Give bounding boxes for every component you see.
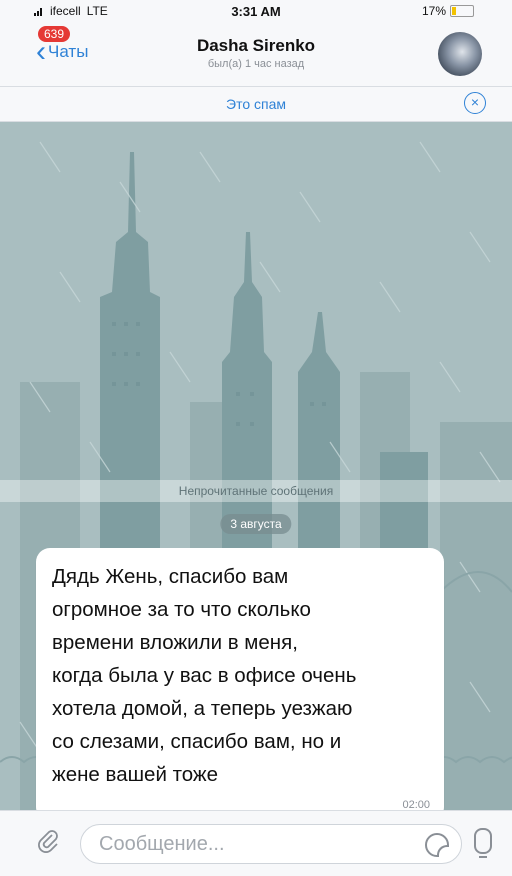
sticker-icon[interactable] xyxy=(425,833,449,857)
input-bar xyxy=(0,810,512,876)
message-time: 02:00 xyxy=(402,799,430,810)
battery-icon xyxy=(450,5,474,17)
status-bar: ifecell LTE 3:31 AM 17% xyxy=(0,0,512,22)
chat-header: ‹ Чаты 639 Dasha Sirenko был(а) 1 час на… xyxy=(0,22,512,87)
last-seen: был(а) 1 час назад xyxy=(207,58,305,70)
mic-icon[interactable] xyxy=(474,828,492,858)
message-bubble[interactable]: Дядь Жень, спасибо вам огромное за то чт… xyxy=(36,548,444,810)
attach-icon[interactable] xyxy=(36,829,60,853)
unread-divider: Непрочитанные сообщения xyxy=(0,480,512,502)
message-field[interactable] xyxy=(80,824,462,864)
battery-percent: 17% xyxy=(421,4,446,18)
spam-bar: Это спам × xyxy=(0,87,512,122)
phone-screen: ifecell LTE 3:31 AM 17% ‹ Чаты 639 Dasha… xyxy=(0,0,512,876)
report-spam-button[interactable]: Это спам xyxy=(0,96,512,112)
close-icon[interactable]: × xyxy=(464,92,486,114)
avatar[interactable] xyxy=(438,32,482,76)
message-text: Дядь Жень, спасибо вам огромное за то чт… xyxy=(52,565,357,786)
status-right: 17% xyxy=(422,4,474,18)
chat-title[interactable]: Dasha Sirenko был(а) 1 час назад xyxy=(0,36,512,70)
chat-area[interactable]: Непрочитанные сообщения 3 августа Дядь Ж… xyxy=(0,122,512,810)
contact-name: Dasha Sirenko xyxy=(196,36,316,55)
date-label: 3 августа xyxy=(220,514,292,534)
message-input[interactable] xyxy=(97,825,401,863)
